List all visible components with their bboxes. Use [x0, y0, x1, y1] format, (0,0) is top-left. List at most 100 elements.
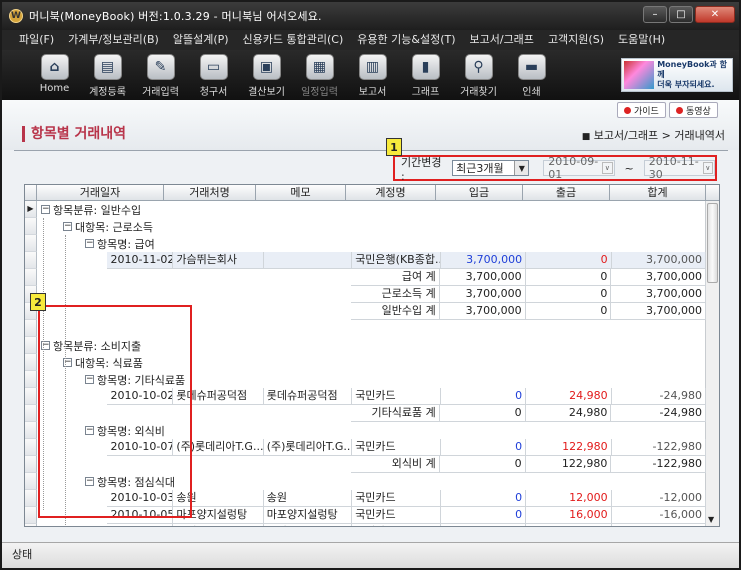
memo-cell[interactable] [263, 252, 353, 269]
row-selector[interactable] [25, 473, 37, 490]
account-cell[interactable]: 국민은행(KB종합... [352, 252, 441, 269]
row-selector[interactable] [25, 371, 37, 388]
row-selector[interactable] [25, 218, 37, 235]
deposit-cell[interactable]: 0 [440, 439, 527, 456]
memo-cell[interactable]: 송원 [263, 490, 353, 507]
row-selector[interactable] [25, 252, 37, 269]
row-selector[interactable] [25, 422, 37, 439]
row-selector[interactable] [25, 507, 37, 524]
menu-item-5[interactable]: 보고서/그래프 [463, 30, 541, 50]
date-cell[interactable]: 2010-10-06 [107, 524, 174, 526]
toolbar-button-9[interactable]: ▬ 인쇄 [505, 50, 558, 100]
vendor-cell[interactable]: 가슴뛰는회사 [173, 252, 264, 269]
calendar-dropdown-icon[interactable]: ∨ [702, 162, 713, 174]
row-selector[interactable] [25, 405, 37, 422]
menu-item-6[interactable]: 고객지원(S) [541, 30, 611, 50]
row-selector[interactable] [25, 524, 37, 526]
withdrawal-cell[interactable]: 122,980 [526, 439, 612, 456]
deposit-cell[interactable]: 3,700,000 [440, 252, 527, 269]
start-date-field[interactable]: 2010-09-01 ∨ [543, 155, 615, 181]
table-row[interactable]: − 대항목: 근로소득 [25, 218, 706, 235]
account-cell[interactable]: 국민카드 [352, 439, 441, 456]
chevron-down-icon[interactable]: ▼ [514, 161, 529, 175]
toolbar-button-2[interactable]: ✎ 거래입력 [134, 50, 187, 100]
close-button[interactable]: ✕ [695, 6, 735, 23]
toolbar-button-0[interactable]: ⌂ Home [28, 50, 81, 100]
vertical-scrollbar[interactable]: ▼ [705, 201, 719, 526]
account-cell[interactable]: 국민카드 [352, 388, 441, 405]
account-cell[interactable]: 국민카드 [352, 524, 441, 526]
scroll-down-icon[interactable]: ▼ [708, 515, 714, 524]
video-button[interactable]: 동영상 [669, 102, 718, 118]
toolbar-button-5[interactable]: ▦ 일정입력 [293, 50, 346, 100]
row-selector[interactable]: ▶ [25, 201, 37, 218]
guide-button[interactable]: 가이드 [617, 102, 666, 118]
sum-cell[interactable]: 3,700,000 [611, 252, 706, 269]
row-selector[interactable] [25, 490, 37, 507]
toolbar-button-8[interactable]: ⚲ 거래찾기 [452, 50, 505, 100]
deposit-cell[interactable]: 0 [440, 507, 527, 524]
memo-cell[interactable]: (주)롯데리아T.G... [263, 439, 353, 456]
period-select[interactable]: 최근3개월 ▼ [452, 160, 530, 176]
collapse-icon[interactable]: − [41, 205, 50, 214]
sum-cell[interactable]: -12,000 [612, 524, 706, 526]
deposit-cell[interactable]: 0 [440, 490, 527, 507]
deposit-cell[interactable]: 0 [441, 524, 527, 526]
withdrawal-cell[interactable]: 12,000 [526, 490, 612, 507]
menu-item-3[interactable]: 신용카드 통합관리(C) [236, 30, 351, 50]
end-date-field[interactable]: 2010-11-30 ∨ [643, 155, 715, 181]
toolbar-button-7[interactable]: ▮ 그래프 [399, 50, 452, 100]
toolbar-button-4[interactable]: ▣ 결산보기 [240, 50, 293, 100]
menu-item-0[interactable]: 파일(F) [12, 30, 61, 50]
sum-cell[interactable]: -16,000 [611, 507, 706, 524]
column-header[interactable]: 입금 [436, 185, 523, 201]
sum-cell[interactable]: -12,000 [611, 490, 706, 507]
memo-cell[interactable]: 마포양지설렁탕 [263, 507, 353, 524]
promo-banner[interactable]: MoneyBook과 함께 더욱 부자되세요. [621, 58, 733, 92]
menu-item-1[interactable]: 가계부/정보관리(B) [61, 30, 166, 50]
row-selector[interactable] [25, 320, 37, 337]
vendor-cell[interactable]: 송원 [173, 524, 264, 526]
date-cell[interactable]: 2010-11-02 [107, 252, 174, 269]
scrollbar-thumb[interactable] [707, 203, 718, 283]
withdrawal-cell[interactable]: 24,980 [526, 388, 612, 405]
collapse-icon[interactable]: − [63, 222, 72, 231]
toolbar-button-6[interactable]: ▥ 보고서 [346, 50, 399, 100]
withdrawal-cell[interactable]: 12,000 [526, 524, 612, 526]
toolbar-button-3[interactable]: ▭ 청구서 [187, 50, 240, 100]
column-header[interactable]: 거래일자 [37, 185, 164, 201]
memo-cell[interactable]: 송원 [264, 524, 353, 526]
table-row[interactable]: 2010-11-02 가슴뛰는회사 국민은행(KB종합... 3,700,000 0 3,… [25, 252, 706, 269]
table-row[interactable]: 2010-10-06송원송원국민카드012,000-12,000 [25, 524, 706, 526]
sum-cell[interactable]: -122,980 [611, 439, 706, 456]
column-header[interactable]: 합계 [610, 185, 706, 201]
table-row[interactable]: 급여 계 3,700,000 0 3,700,000 [25, 269, 707, 286]
toolbar-button-1[interactable]: ▤ 계정등록 [81, 50, 134, 100]
column-header[interactable]: 거래처명 [164, 185, 256, 201]
column-header[interactable]: 메모 [256, 185, 346, 201]
row-selector[interactable] [25, 269, 37, 286]
menu-item-4[interactable]: 유용한 기능&설정(T) [350, 30, 462, 50]
maximize-button[interactable]: □ [669, 6, 693, 23]
row-selector[interactable] [25, 354, 37, 371]
row-selector[interactable] [25, 235, 37, 252]
collapse-icon[interactable]: − [85, 239, 94, 248]
table-row[interactable]: ▶ − 항목분류: 일반수입 [25, 201, 706, 218]
withdrawal-cell[interactable]: 16,000 [526, 507, 612, 524]
memo-cell[interactable]: 롯데슈퍼공덕점 [263, 388, 353, 405]
row-selector[interactable] [25, 439, 37, 456]
calendar-dropdown-icon[interactable]: ∨ [602, 162, 613, 174]
menu-item-2[interactable]: 알뜰설계(P) [166, 30, 236, 50]
column-header[interactable]: 계정명 [346, 185, 436, 201]
row-selector[interactable] [25, 388, 37, 405]
column-header[interactable]: 출금 [523, 185, 610, 201]
account-cell[interactable]: 국민카드 [352, 490, 441, 507]
deposit-cell[interactable]: 0 [440, 388, 527, 405]
sum-cell[interactable]: -24,980 [611, 388, 706, 405]
menu-item-7[interactable]: 도움말(H) [611, 30, 672, 50]
row-selector[interactable] [25, 456, 37, 473]
table-row[interactable]: 근로소득 계 3,700,000 0 3,700,000 [25, 286, 707, 303]
row-selector[interactable] [25, 337, 37, 354]
account-cell[interactable]: 국민카드 [352, 507, 441, 524]
table-row[interactable]: − 항목명: 급여 [25, 235, 706, 252]
